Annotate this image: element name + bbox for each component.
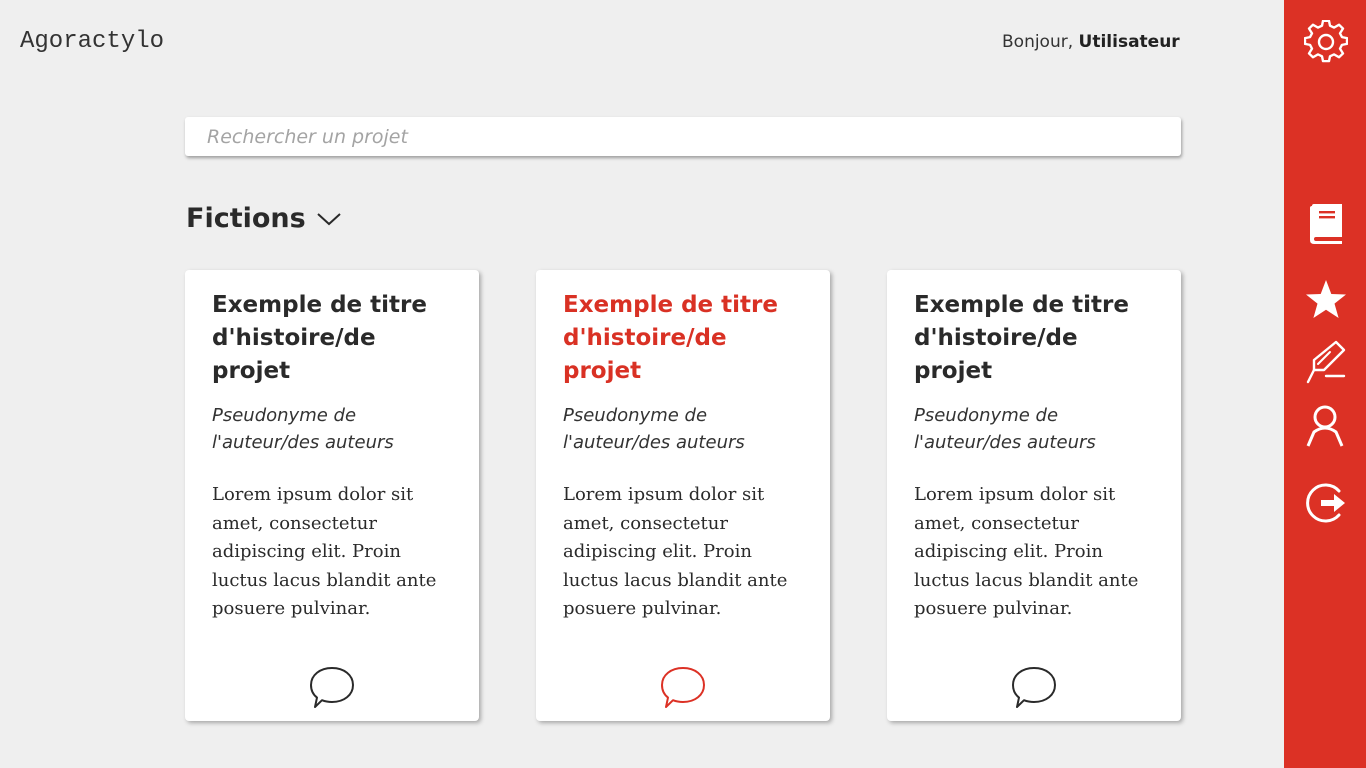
chevron-down-icon bbox=[317, 212, 341, 225]
write-button[interactable] bbox=[1304, 340, 1348, 384]
comment-icon[interactable] bbox=[1010, 665, 1058, 711]
pen-icon bbox=[1306, 340, 1346, 384]
card-title[interactable]: Exemple de titre d'histoire/de projet bbox=[914, 289, 1154, 388]
card-author: Pseudonyme de l'auteur/des auteurs bbox=[914, 405, 1096, 453]
logout-icon bbox=[1306, 483, 1345, 523]
greeting-text: Bonjour, bbox=[1002, 32, 1079, 52]
greeting: Bonjour, Utilisateur bbox=[1002, 32, 1180, 52]
comment-icon[interactable] bbox=[659, 665, 707, 711]
category-dropdown[interactable]: Fictions bbox=[186, 203, 342, 234]
star-icon bbox=[1306, 280, 1346, 318]
category-label: Fictions bbox=[186, 203, 306, 234]
card-description: Lorem ipsum dolor sit amet, consectetur … bbox=[914, 484, 1139, 619]
book-icon bbox=[1310, 204, 1342, 244]
project-card[interactable]: Exemple de titre d'histoire/de projet Ps… bbox=[536, 270, 830, 721]
card-description: Lorem ipsum dolor sit amet, consectetur … bbox=[563, 484, 788, 619]
app-logo[interactable]: Agoractylo bbox=[20, 28, 164, 55]
project-card[interactable]: Exemple de titre d'histoire/de projet Ps… bbox=[185, 270, 479, 721]
project-card[interactable]: Exemple de titre d'histoire/de projet Ps… bbox=[887, 270, 1181, 721]
card-author: Pseudonyme de l'auteur/des auteurs bbox=[212, 405, 394, 453]
username[interactable]: Utilisateur bbox=[1079, 32, 1180, 52]
search-bar bbox=[185, 117, 1181, 156]
card-title[interactable]: Exemple de titre d'histoire/de projet bbox=[563, 289, 803, 388]
logout-button[interactable] bbox=[1304, 481, 1348, 525]
user-icon bbox=[1306, 405, 1344, 447]
card-description: Lorem ipsum dolor sit amet, consectetur … bbox=[212, 484, 437, 619]
comment-icon[interactable] bbox=[308, 665, 356, 711]
gear-icon bbox=[1304, 20, 1348, 63]
card-author: Pseudonyme de l'auteur/des auteurs bbox=[563, 405, 745, 453]
settings-button[interactable] bbox=[1304, 20, 1348, 64]
profile-button[interactable] bbox=[1304, 404, 1348, 448]
card-title[interactable]: Exemple de titre d'histoire/de projet bbox=[212, 289, 452, 388]
sidebar bbox=[1284, 0, 1366, 768]
library-button[interactable] bbox=[1304, 202, 1348, 246]
favorites-button[interactable] bbox=[1304, 278, 1348, 322]
search-input[interactable] bbox=[207, 117, 1167, 156]
